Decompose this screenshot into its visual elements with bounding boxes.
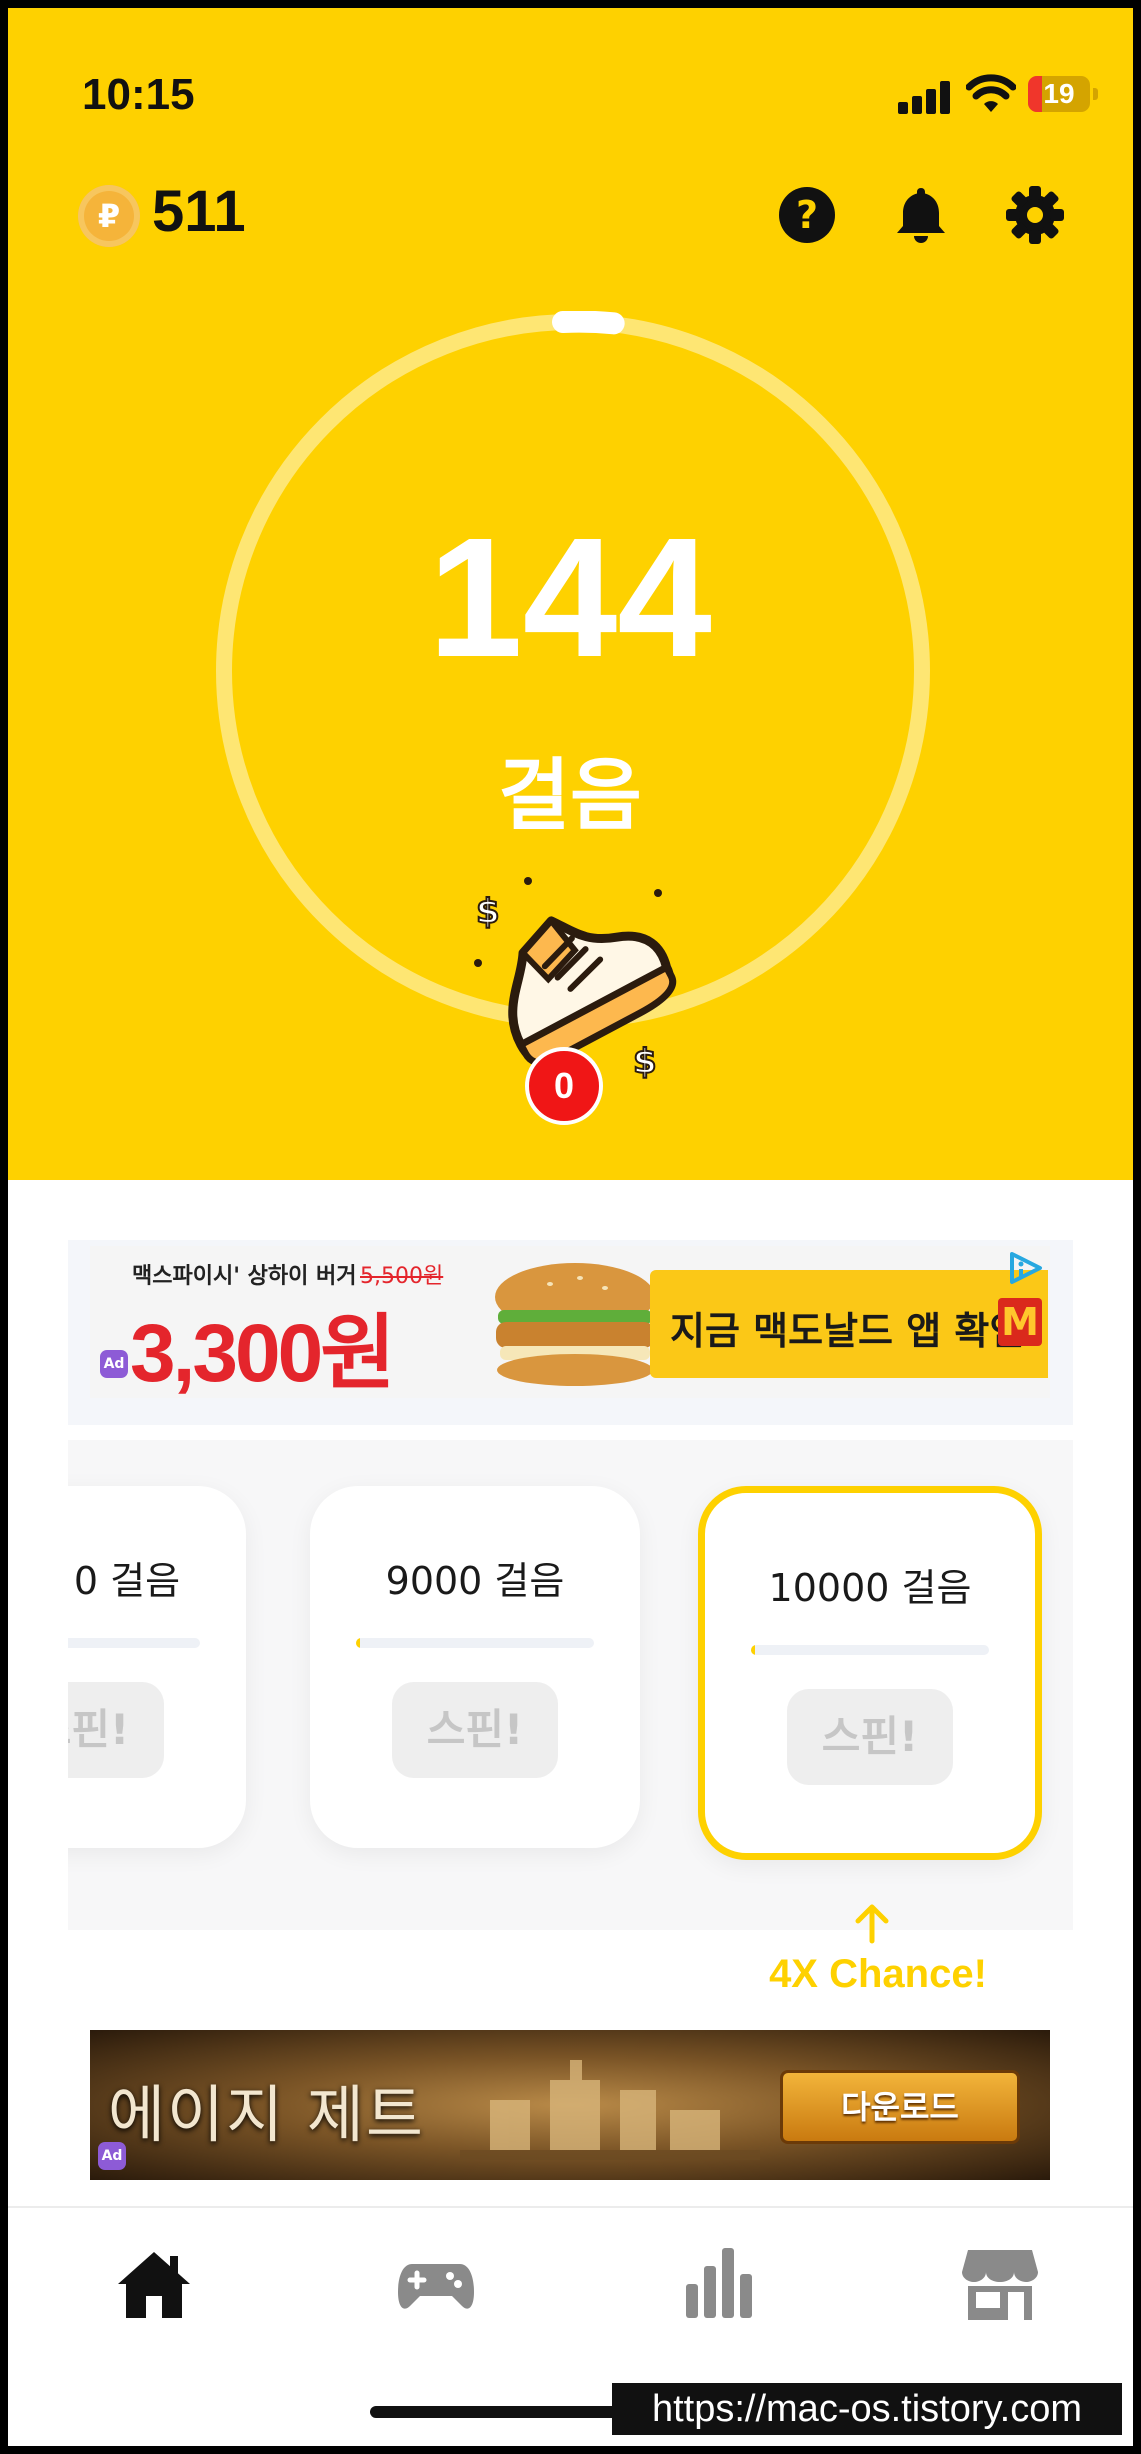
- home-icon[interactable]: [114, 2244, 194, 2324]
- svg-text:$: $: [633, 1042, 657, 1082]
- spin-button[interactable]: 스핀!: [392, 1682, 558, 1778]
- svg-text:$: $: [476, 892, 500, 932]
- bell-icon[interactable]: [890, 184, 952, 246]
- spin-card-progress: [68, 1638, 200, 1648]
- pedometer-header: 10:15 19 ₽ 511 ? 144 걸음 $ $ 0: [8, 8, 1133, 1180]
- gamepad-icon[interactable]: [396, 2244, 476, 2324]
- mcdonalds-logo: M: [998, 1298, 1042, 1346]
- spin-card[interactable]: 9000 걸음 스핀!: [310, 1486, 640, 1848]
- spin-card-steps: 0 걸음: [73, 1559, 181, 1603]
- mcdonalds-ad-banner[interactable]: 맥스파이시' 상하이 버거 5,500원 3,300원 지금 맥도날드 앱 확인…: [90, 1246, 1050, 1398]
- svg-text:?: ?: [796, 193, 818, 237]
- ad-game-title: 에이지 제트: [108, 2078, 425, 2151]
- chance-label: 4X Chance!: [769, 1952, 987, 1996]
- gear-icon[interactable]: [1004, 184, 1066, 246]
- store-icon[interactable]: [960, 2244, 1040, 2324]
- spin-card-steps: 10000 걸음: [768, 1566, 972, 1610]
- battery-icon: 19: [1028, 76, 1090, 112]
- coin-symbol: ₽: [97, 197, 121, 235]
- spin-card[interactable]: 0 걸음 스핀!: [68, 1486, 246, 1848]
- wifi-icon: [966, 74, 1016, 112]
- game-ad-banner[interactable]: 에이지 제트 다운로드 Ad: [90, 2030, 1050, 2180]
- battery-tip: [1093, 88, 1098, 100]
- ad-label-badge: Ad: [98, 2142, 126, 2170]
- coin-count[interactable]: 511: [152, 178, 246, 245]
- battery-level: 19: [1043, 78, 1075, 109]
- step-count: 144: [428, 503, 712, 693]
- spin-ticket-badge: 0: [525, 1047, 603, 1125]
- spin-card-progress: [356, 1638, 594, 1648]
- spin-button[interactable]: 스핀!: [787, 1689, 953, 1785]
- coin-icon: ₽: [78, 185, 140, 247]
- app-screen: 10:15 19 ₽ 511 ? 144 걸음 $ $ 0 맥스파이시' 상하이…: [8, 8, 1133, 2446]
- ad-cta-label: 지금 맥도날드 앱 확인: [670, 1309, 1025, 1353]
- burger-image: [495, 1263, 655, 1386]
- ad-label-badge: Ad: [100, 1350, 128, 1378]
- spin-card-highlighted[interactable]: 10000 걸음 스핀!: [698, 1486, 1042, 1860]
- adchoices-icon[interactable]: [1008, 1250, 1044, 1286]
- ad-price: 3,300원: [130, 1308, 396, 1398]
- download-button[interactable]: 다운로드: [780, 2070, 1020, 2144]
- step-unit-label: 걸음: [498, 751, 642, 841]
- help-icon[interactable]: ?: [776, 184, 838, 246]
- arrow-up-icon: [855, 1904, 889, 1944]
- cellular-signal-icon: [898, 80, 952, 114]
- spin-cards-carousel[interactable]: 0 걸음 스핀! 9000 걸음 스핀! 10000 걸음 스핀!: [68, 1440, 1073, 1930]
- watermark-label: https://mac-os.tistory.com: [612, 2383, 1122, 2435]
- spin-card-steps: 9000 걸음: [385, 1559, 565, 1603]
- castle-illustration: [460, 2060, 760, 2160]
- bar-chart-icon[interactable]: [678, 2244, 758, 2324]
- spin-button[interactable]: 스핀!: [68, 1682, 164, 1778]
- spin-card-progress: [751, 1645, 989, 1655]
- ad-cta-area[interactable]: 지금 맥도날드 앱 확인 M: [650, 1270, 1048, 1378]
- status-time: 10:15: [82, 70, 195, 119]
